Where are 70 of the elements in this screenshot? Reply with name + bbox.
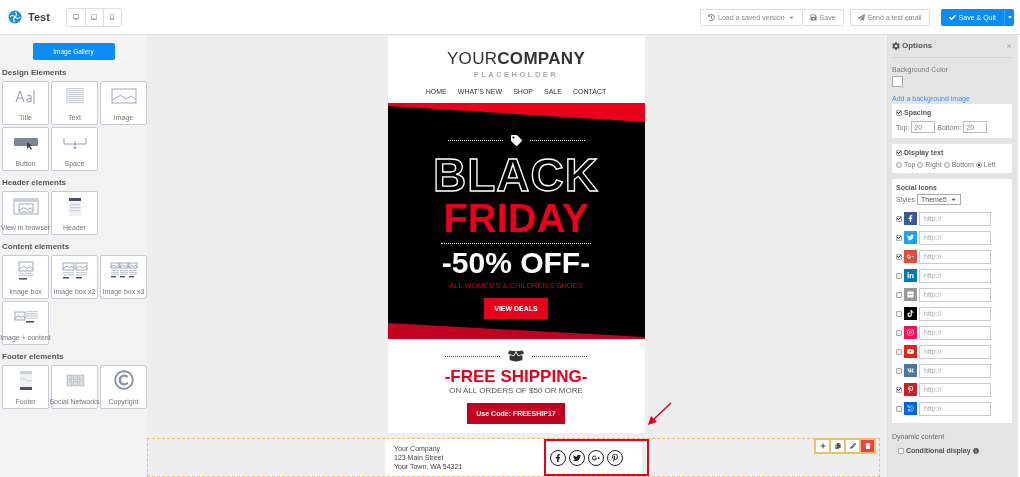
radio-button[interactable] — [917, 161, 924, 168]
info-icon — [972, 447, 979, 454]
pencil-icon — [849, 443, 856, 450]
checkbox[interactable] — [896, 291, 902, 298]
browser-window-icon — [11, 196, 40, 217]
checkbox[interactable] — [896, 348, 902, 355]
box-icon — [508, 348, 524, 364]
desktop-icon — [72, 14, 79, 20]
block-tool-button[interactable] — [816, 440, 829, 453]
panel-title: Options — [892, 41, 933, 50]
section-title: Content elements — [2, 242, 71, 251]
section-title: Design Elements — [2, 68, 68, 77]
arrow-annotation — [648, 402, 672, 425]
check-icon — [897, 150, 901, 155]
hero-headline: BLACK — [433, 152, 599, 198]
two-image-boxes-icon — [60, 260, 89, 281]
google-plus-icon — [592, 453, 600, 462]
block-tool-button[interactable] — [846, 440, 859, 453]
checkbox[interactable] — [896, 149, 902, 156]
radio-button[interactable] — [896, 161, 902, 168]
check-icon — [897, 216, 901, 221]
copyright-icon — [113, 370, 134, 390]
checkbox[interactable] — [896, 367, 902, 374]
block-tool-button[interactable] — [831, 440, 844, 453]
caret-icon — [1006, 14, 1013, 20]
shipping-subtitle: ON ALL ORDERS OF $50 OR MORE — [449, 386, 583, 395]
shipping-title: -FREE SHIPPING- — [444, 368, 588, 385]
copy-icon — [834, 443, 841, 450]
checkbox[interactable] — [896, 109, 902, 116]
checkbox[interactable] — [896, 253, 902, 260]
checkbox[interactable] — [896, 272, 902, 279]
dropdown-button[interactable] — [1004, 8, 1014, 26]
plus-icon — [819, 443, 826, 450]
checkbox[interactable] — [898, 447, 904, 454]
checkbox[interactable] — [896, 215, 902, 222]
block-tool-button[interactable] — [861, 440, 874, 453]
check-icon — [897, 387, 901, 392]
hero-headline: FRIDAY — [443, 198, 589, 238]
checkbox[interactable] — [896, 386, 902, 393]
caret-icon — [949, 196, 957, 203]
check-icon — [897, 110, 901, 115]
logo-icon — [8, 10, 22, 24]
history-icon — [708, 13, 716, 21]
check-icon — [897, 235, 901, 240]
check-icon — [897, 254, 901, 259]
gear-icon — [892, 41, 900, 50]
tablet-icon — [91, 14, 98, 20]
app-title: Test — [28, 11, 50, 23]
company-logo: YOURCOMPANY — [446, 50, 586, 67]
image-icon — [109, 86, 138, 107]
checkbox[interactable] — [896, 329, 902, 336]
check-icon — [948, 13, 956, 21]
section-title: Footer elements — [2, 352, 65, 361]
checkbox[interactable] — [896, 234, 902, 241]
radio-button[interactable] — [975, 161, 982, 168]
tag-icon — [510, 135, 522, 146]
checkbox[interactable] — [896, 310, 902, 317]
pinterest-icon — [611, 453, 619, 462]
color-swatch[interactable] — [892, 76, 903, 87]
trash-icon — [864, 443, 871, 450]
device-button[interactable] — [102, 8, 121, 26]
bird-icon — [573, 453, 581, 462]
floppy-icon — [809, 13, 817, 21]
radio-button[interactable] — [943, 161, 950, 168]
section-title: Header elements — [2, 178, 68, 187]
paper-plane-icon — [857, 13, 865, 21]
facebook-icon — [554, 453, 562, 462]
checkbox[interactable] — [896, 405, 902, 412]
discount-text: -50% OFF- — [441, 248, 591, 278]
phone-icon — [109, 14, 116, 20]
